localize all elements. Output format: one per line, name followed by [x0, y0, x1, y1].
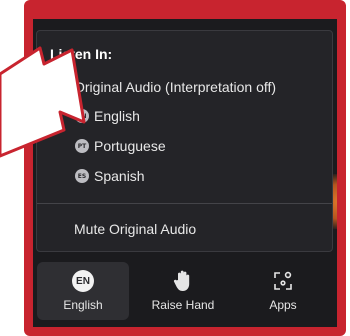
english-interpretation-icon: EN: [72, 270, 94, 292]
interpretation-button[interactable]: EN English: [37, 262, 129, 320]
meeting-toolbar: EN English Raise Hand Apps: [33, 262, 337, 327]
raise-hand-label: Raise Hand: [151, 298, 215, 312]
spanish-language-icon: ES: [75, 169, 89, 183]
interpretation-button-label: English: [63, 298, 103, 312]
hand-icon: [173, 268, 193, 294]
language-option-label: Spanish: [94, 168, 145, 184]
apps-label: Apps: [269, 298, 297, 312]
raise-hand-button[interactable]: Raise Hand: [137, 262, 229, 320]
apps-icon: [272, 268, 294, 294]
original-audio-option[interactable]: Original Audio (Interpretation off): [74, 75, 276, 99]
original-audio-label: Original Audio (Interpretation off): [74, 79, 277, 95]
language-option-label: Portuguese: [94, 138, 166, 154]
apps-button[interactable]: Apps: [237, 262, 329, 320]
annotation-arrow-icon: [0, 46, 86, 158]
mute-original-audio-label: Mute Original Audio: [74, 221, 197, 237]
language-option-label: English: [94, 108, 140, 124]
menu-divider: [37, 203, 332, 204]
mute-original-audio-option[interactable]: Mute Original Audio: [74, 217, 196, 241]
